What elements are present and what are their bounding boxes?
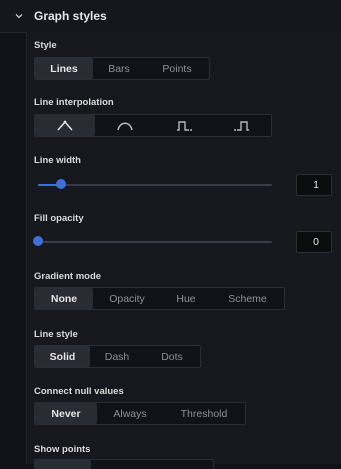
interpolation-option-smooth[interactable] — [95, 115, 155, 136]
connect-null-option-never[interactable]: Never — [35, 403, 97, 424]
slider-thumb[interactable] — [56, 179, 66, 189]
gradient-option-opacity[interactable]: Opacity — [93, 288, 161, 309]
slider-track — [38, 241, 272, 243]
interpolation-option-step-after[interactable] — [213, 115, 271, 136]
show-points-radio-group — [34, 459, 214, 469]
graph-styles-section-header[interactable]: Graph styles — [0, 0, 341, 33]
section-title: Graph styles — [34, 9, 107, 23]
style-radio-group: Lines Bars Points — [34, 57, 210, 80]
style-option-points[interactable]: Points — [145, 58, 209, 79]
line-interpolation-label: Line interpolation — [34, 97, 114, 108]
chevron-down-icon — [15, 14, 23, 19]
line-style-radio-group: Solid Dash Dots — [34, 345, 201, 368]
line-width-label: Line width — [34, 155, 81, 166]
fill-opacity-slider[interactable] — [33, 236, 272, 248]
line-style-option-dash[interactable]: Dash — [90, 346, 144, 367]
line-interpolation-radio-group — [34, 114, 272, 137]
fill-opacity-input[interactable]: 0 — [296, 231, 332, 253]
connect-null-option-always[interactable]: Always — [97, 403, 163, 424]
fill-opacity-label: Fill opacity — [34, 213, 84, 224]
step-after-icon — [234, 120, 249, 131]
gradient-option-scheme[interactable]: Scheme — [211, 288, 284, 309]
line-style-option-dots[interactable]: Dots — [144, 346, 200, 367]
show-points-option-active[interactable] — [35, 460, 91, 469]
line-style-option-solid[interactable]: Solid — [35, 346, 90, 367]
interpolation-option-step-before[interactable] — [155, 115, 213, 136]
smooth-interpolation-icon — [117, 122, 133, 130]
line-width-slider[interactable] — [38, 179, 272, 191]
connect-null-option-threshold[interactable]: Threshold — [163, 403, 245, 424]
interpolation-option-linear[interactable] — [35, 115, 95, 136]
gradient-mode-radio-group: None Opacity Hue Scheme — [34, 287, 285, 310]
gradient-option-none[interactable]: None — [35, 288, 93, 309]
style-label: Style — [34, 40, 57, 51]
connect-null-values-label: Connect null values — [34, 386, 124, 397]
show-points-label: Show points — [34, 444, 91, 455]
slider-thumb[interactable] — [33, 236, 43, 246]
linear-interpolation-icon — [57, 120, 73, 130]
style-option-bars[interactable]: Bars — [93, 58, 145, 79]
connect-null-values-radio-group: Never Always Threshold — [34, 402, 246, 425]
line-width-input[interactable]: 1 — [296, 174, 332, 196]
gradient-mode-label: Gradient mode — [34, 271, 102, 282]
line-style-label: Line style — [34, 329, 78, 340]
style-option-lines[interactable]: Lines — [35, 58, 93, 79]
step-before-icon — [177, 120, 192, 131]
slider-track — [38, 184, 272, 186]
gradient-option-hue[interactable]: Hue — [161, 288, 211, 309]
